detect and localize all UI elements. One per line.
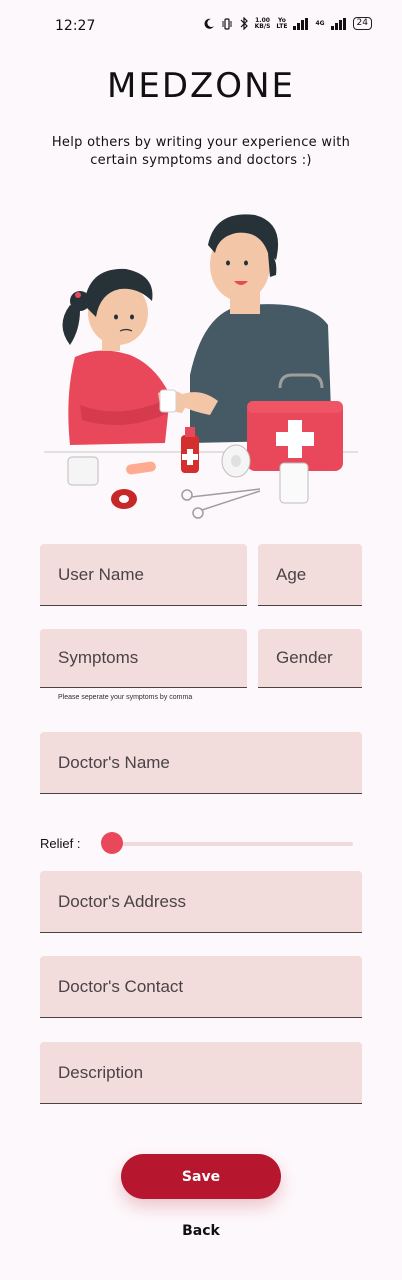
status-bar: 12:27 1.00 KB/S Yo LTE 4G 24 [0,0,402,52]
app-title: MEDZONE [107,66,295,106]
volte-bottom: LTE [276,22,288,30]
user-name-label: User Name [58,564,144,584]
doctor-name-label: Doctor's Name [58,752,170,772]
description-field[interactable]: Description [40,1042,362,1104]
description-label: Description [58,1062,144,1082]
relief-label: Relief : [40,836,81,851]
symptoms-label: Symptoms [58,648,139,667]
save-button[interactable]: Save [121,1154,281,1199]
vibrate-icon [222,17,232,30]
doctor-name-field[interactable]: Doctor's Name [40,732,362,794]
subtitle: Help others by writing your experience w… [51,135,351,168]
doctor-address-field[interactable]: Doctor's Address [40,871,362,933]
status-icons: 1.00 KB/S Yo LTE 4G 24 [203,17,372,30]
doctor-contact-field[interactable]: Doctor's Contact [40,956,362,1018]
doctor-helping-girl-illustration [44,214,358,519]
gender-label: Gender [276,648,333,667]
age-label: Age [276,564,307,584]
status-time: 12:27 [55,18,96,34]
net-speed-unit: KB/S [254,22,271,30]
moon-icon [204,18,214,29]
gender-field[interactable]: Gender [258,629,362,688]
network-type: 4G [315,19,325,27]
net-speed: 1.00 KB/S [254,17,271,30]
back-button[interactable]: Back [150,1218,252,1244]
symptoms-helper-text: Please seperate your symptoms by comma [58,694,193,701]
symptoms-field[interactable]: Symptoms [40,629,247,688]
signal-icon [293,17,309,30]
doctor-address-label: Doctor's Address [58,891,186,911]
relief-slider-thumb[interactable] [101,832,123,854]
doctor-contact-label: Doctor's Contact [58,976,184,996]
signal-icon-2 [330,17,346,30]
bluetooth-icon [240,17,248,30]
relief-slider-track[interactable] [112,842,353,846]
volte-indicator: Yo LTE [276,17,288,30]
age-field[interactable]: Age [258,544,362,606]
user-name-field[interactable]: User Name [40,544,247,606]
battery-icon: 24 [352,17,372,30]
